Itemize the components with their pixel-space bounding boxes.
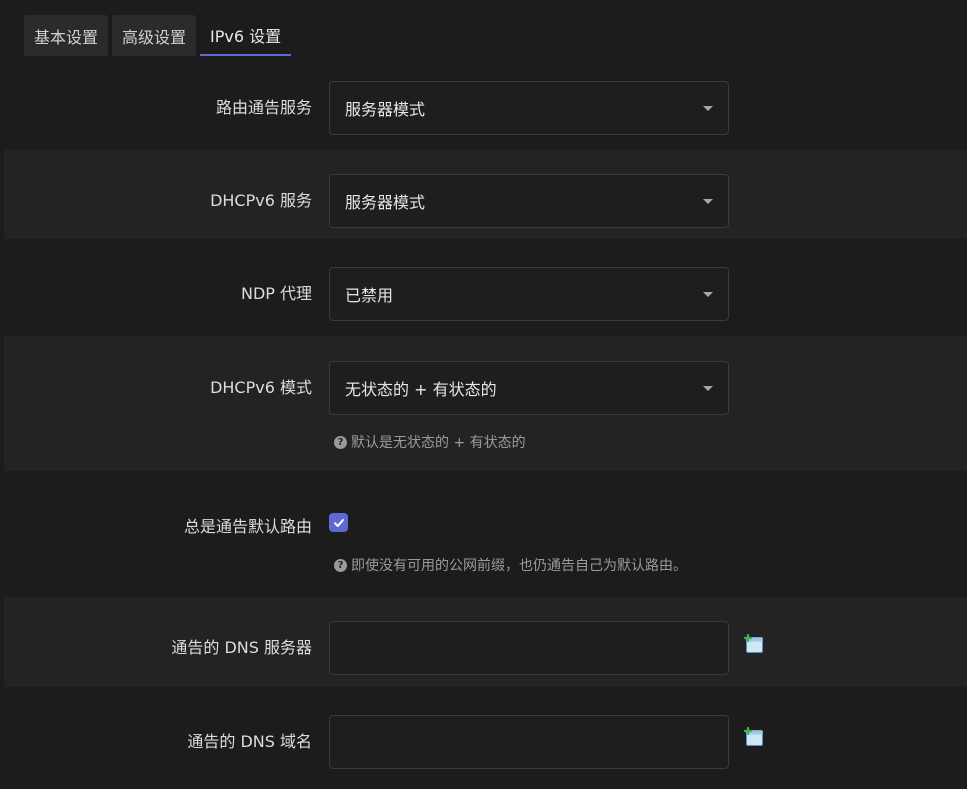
checkmark-icon bbox=[333, 518, 344, 527]
question-circle-icon: ? bbox=[334, 435, 347, 449]
default-route-help: ? 即使没有可用的公网前缀，也仍通告自己为默认路由。 bbox=[334, 555, 687, 575]
dhcpv6-service-select[interactable]: 服务器模式 bbox=[329, 174, 729, 228]
ra-service-label: 路由通告服务 bbox=[215, 98, 312, 117]
tab-ipv6-settings[interactable]: IPv6 设置 bbox=[200, 15, 292, 56]
ndp-proxy-label: NDP 代理 bbox=[240, 284, 312, 303]
default-route-help-text: 即使没有可用的公网前缀，也仍通告自己为默认路由。 bbox=[351, 558, 687, 574]
dhcpv6-mode-select[interactable]: 无状态的 + 有状态的 bbox=[329, 361, 729, 415]
ndp-proxy-value: 已禁用 bbox=[345, 286, 394, 305]
ra-dns-servers-label: 通告的 DNS 服务器 bbox=[171, 638, 312, 657]
add-entry-icon[interactable] bbox=[744, 727, 765, 748]
caret-down-icon bbox=[703, 292, 713, 297]
ra-service-value: 服务器模式 bbox=[345, 100, 426, 119]
dhcpv6-mode-row: DHCPv6 模式 无状态的 + 有状态的 ? 默认是无状态的 + 有状态的 bbox=[4, 336, 967, 471]
ra-service-row: 路由通告服务 服务器模式 bbox=[4, 62, 967, 150]
add-entry-icon[interactable] bbox=[744, 634, 765, 655]
ndp-proxy-select[interactable]: 已禁用 bbox=[329, 267, 729, 321]
dhcpv6-mode-help-text: 默认是无状态的 + 有状态的 bbox=[351, 435, 526, 451]
dhcpv6-service-value: 服务器模式 bbox=[345, 193, 426, 212]
dhcpv6-service-label: DHCPv6 服务 bbox=[210, 191, 312, 210]
default-route-row: 总是通告默认路由 ? 即使没有可用的公网前缀，也仍通告自己为默认路由。 bbox=[4, 471, 967, 597]
ra-dns-servers-row: 通告的 DNS 服务器 bbox=[4, 597, 967, 687]
caret-down-icon bbox=[703, 199, 713, 204]
tab-basic-settings[interactable]: 基本设置 bbox=[24, 15, 109, 56]
ra-dns-domains-label: 通告的 DNS 域名 bbox=[187, 732, 312, 751]
question-circle-icon: ? bbox=[334, 558, 347, 572]
tab-advanced-settings[interactable]: 高级设置 bbox=[112, 15, 197, 56]
ra-dns-domains-row: 通告的 DNS 域名 bbox=[4, 687, 967, 789]
ipv6-settings-page: 基本设置 高级设置 IPv6 设置 路由通告服务 服务器模式 DHCPv6 服务… bbox=[0, 0, 967, 789]
ra-dns-domains-input[interactable] bbox=[329, 715, 729, 769]
caret-down-icon bbox=[703, 386, 713, 391]
caret-down-icon bbox=[703, 106, 713, 111]
dhcpv6-mode-label: DHCPv6 模式 bbox=[210, 378, 312, 397]
default-route-label: 总是通告默认路由 bbox=[183, 517, 312, 536]
ra-dns-servers-input[interactable] bbox=[329, 621, 729, 675]
dhcpv6-mode-value: 无状态的 + 有状态的 bbox=[345, 380, 497, 399]
ndp-proxy-row: NDP 代理 已禁用 bbox=[4, 239, 967, 336]
dhcpv6-mode-help: ? 默认是无状态的 + 有状态的 bbox=[334, 432, 526, 452]
dhcpv6-service-row: DHCPv6 服务 服务器模式 bbox=[4, 150, 967, 239]
settings-tabs: 基本设置 高级设置 IPv6 设置 bbox=[24, 15, 292, 56]
ra-service-select[interactable]: 服务器模式 bbox=[329, 81, 729, 135]
default-route-checkbox[interactable] bbox=[329, 513, 348, 532]
